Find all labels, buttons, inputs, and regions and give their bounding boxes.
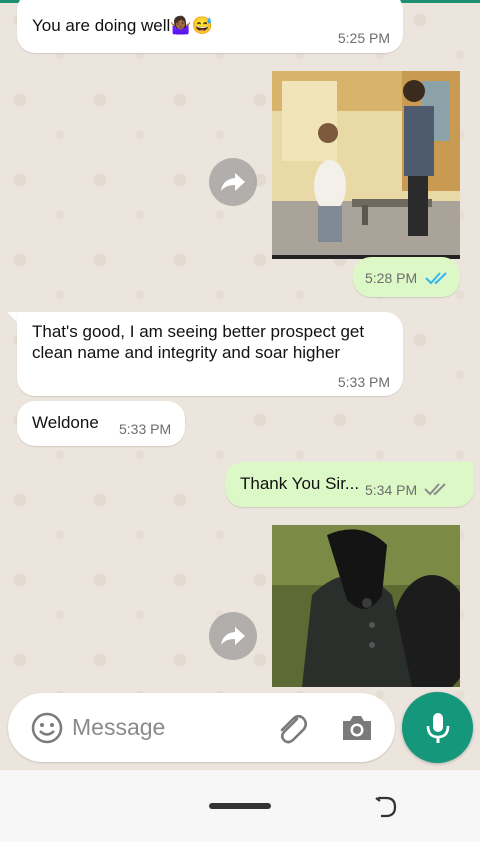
forward-icon (221, 173, 245, 191)
image-message[interactable] (272, 525, 460, 687)
forward-button[interactable] (209, 612, 257, 660)
read-ticks-icon (425, 272, 447, 285)
chat-area[interactable]: You are doing well🤷🏾‍♀️😅 5:25 PM (0, 0, 480, 770)
forward-icon (221, 627, 245, 645)
delivered-ticks-icon (424, 483, 446, 496)
emoji-icon[interactable] (30, 711, 64, 745)
image-thumbnail (272, 71, 460, 259)
message-text: Thank You Sir... (240, 474, 360, 493)
message-bubble-incoming[interactable]: You are doing well🤷🏾‍♀️😅 5:25 PM (17, 0, 403, 53)
message-composer (8, 693, 395, 762)
image-message[interactable] (272, 71, 460, 259)
mic-button[interactable] (402, 692, 473, 763)
message-bubble-incoming[interactable]: That's good, I am seeing better prospect… (17, 312, 403, 396)
camera-icon[interactable] (339, 711, 375, 745)
message-time: 5:34 PM (365, 482, 418, 498)
message-time: 5:25 PM (337, 30, 390, 46)
image-caption-bubble[interactable]: 5:28 PM (353, 257, 460, 297)
message-text: That's good, I am seeing better prospect… (32, 322, 365, 362)
home-pill[interactable] (209, 803, 271, 809)
message-input[interactable] (72, 708, 262, 746)
message-text: You are doing well🤷🏾‍♀️😅 (32, 16, 213, 35)
image-thumbnail (272, 525, 460, 687)
attach-icon[interactable] (273, 710, 309, 746)
rotate-icon[interactable] (372, 794, 400, 820)
message-time: 5:28 PM (365, 270, 418, 286)
mic-icon (426, 712, 449, 743)
forward-button[interactable] (209, 158, 257, 206)
message-text: Weldone (32, 413, 99, 432)
message-time: 5:33 PM (337, 374, 390, 390)
message-time: 5:33 PM (119, 421, 172, 437)
message-bubble-incoming[interactable]: Weldone 5:33 PM (17, 401, 185, 446)
message-bubble-outgoing[interactable]: Thank You Sir... 5:34 PM (225, 462, 474, 507)
